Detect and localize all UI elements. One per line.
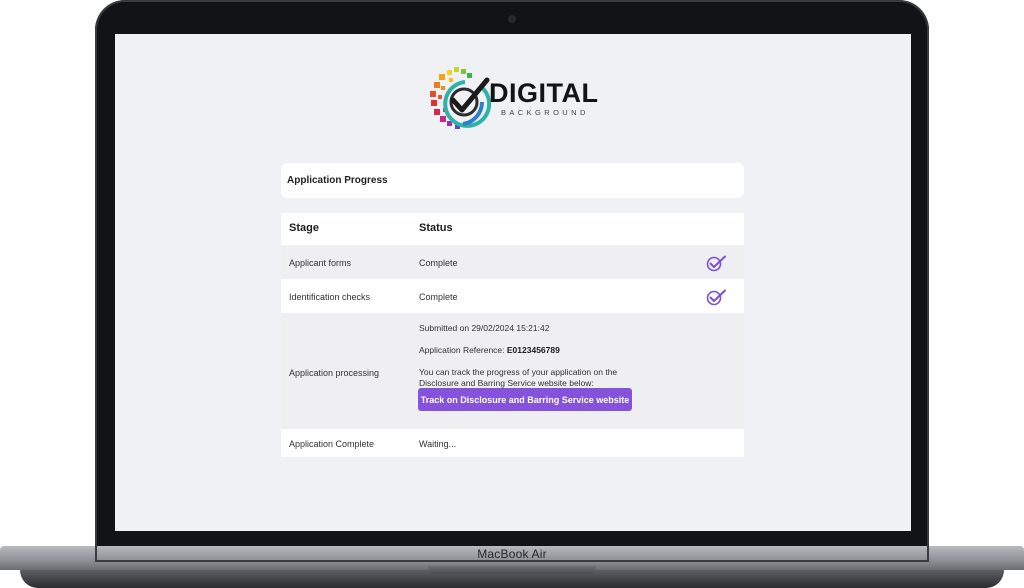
row-status: Complete xyxy=(419,258,458,268)
track-info-line-2: Disclosure and Barring Service website b… xyxy=(419,378,594,388)
logo-title: DIGITAL xyxy=(489,78,599,108)
table-row: Identification checks Complete xyxy=(281,279,744,313)
stage-column-header: Stage xyxy=(289,222,319,234)
laptop-notch xyxy=(428,566,596,574)
track-dbs-button[interactable]: Track on Disclosure and Barring Service … xyxy=(418,388,632,411)
application-reference: Application Reference: E0123456789 xyxy=(419,345,560,355)
reference-label: Application Reference: xyxy=(419,345,507,355)
application-progress-panel: Application Progress xyxy=(281,163,744,198)
brand-logo: DIGITAL BACKGROUND xyxy=(425,64,605,136)
row-stage: Identification checks xyxy=(289,292,371,302)
track-info-line-1: You can track the progress of your appli… xyxy=(419,367,618,377)
row-stage: Applicant forms xyxy=(289,258,352,268)
logo-subtitle: BACKGROUND xyxy=(501,108,589,117)
progress-table: Stage Status Applicant forms Complete Id… xyxy=(281,213,744,457)
camera-icon xyxy=(509,16,515,22)
row-status: Waiting... xyxy=(419,439,457,449)
table-row: Applicant forms Complete xyxy=(281,245,744,279)
check-badge-icon xyxy=(706,289,726,306)
status-column-header: Status xyxy=(419,222,453,234)
row-stage: Application Complete xyxy=(289,439,375,449)
table-row: Application Complete Waiting... xyxy=(281,429,744,457)
table-header: Stage Status xyxy=(281,213,744,245)
page-title: Application Progress xyxy=(287,175,388,186)
reference-value: E0123456789 xyxy=(506,345,560,355)
table-row: Application processing Submitted on 29/0… xyxy=(281,313,744,429)
laptop-chin xyxy=(95,531,929,546)
screen: DIGITAL BACKGROUND Application Progress … xyxy=(115,34,911,531)
row-status: Complete xyxy=(419,292,458,302)
row-stage: Application processing xyxy=(289,368,380,378)
check-badge-icon xyxy=(706,255,726,272)
device-label: MacBook Air xyxy=(477,547,547,561)
submitted-timestamp: Submitted on 29/02/2024 15:21:42 xyxy=(419,323,550,333)
